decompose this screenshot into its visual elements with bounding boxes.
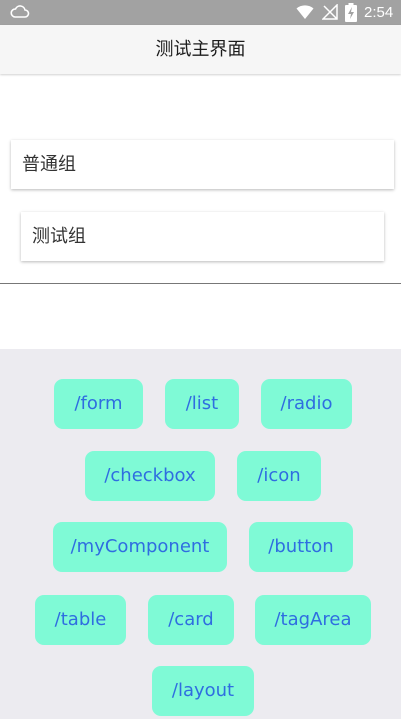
header: 测试主界面 (0, 25, 401, 74)
route-button-table[interactable]: /table (35, 595, 126, 645)
cloud-icon (10, 3, 30, 21)
wifi-icon (296, 4, 314, 20)
route-button-icon[interactable]: /icon (237, 451, 321, 501)
route-button-card[interactable]: /card (148, 595, 234, 645)
group-card-test[interactable]: 测试组 (21, 212, 384, 261)
signal-off-icon (321, 3, 338, 20)
status-bar: 2:54 (0, 0, 401, 25)
route-button-form[interactable]: /form (54, 379, 143, 429)
page-title: 测试主界面 (155, 39, 246, 60)
group-label: 普通组 (22, 154, 76, 175)
route-button-radio[interactable]: /radio (261, 379, 352, 429)
group-card-normal[interactable]: 普通组 (11, 140, 394, 189)
group-label: 测试组 (32, 226, 86, 247)
route-button-button[interactable]: /button (249, 522, 353, 572)
battery-charging-icon (345, 3, 357, 22)
route-button-mycomponent[interactable]: /myComponent (53, 522, 227, 572)
route-button-list[interactable]: /list (165, 379, 239, 429)
route-button-area: /form /list /radio /checkbox /icon /myCo… (0, 349, 401, 719)
divider (0, 283, 401, 284)
status-time: 2:54 (364, 4, 394, 21)
route-button-tagarea[interactable]: /tagArea (255, 595, 371, 645)
route-button-layout[interactable]: /layout (152, 666, 254, 716)
route-button-checkbox[interactable]: /checkbox (85, 451, 215, 501)
